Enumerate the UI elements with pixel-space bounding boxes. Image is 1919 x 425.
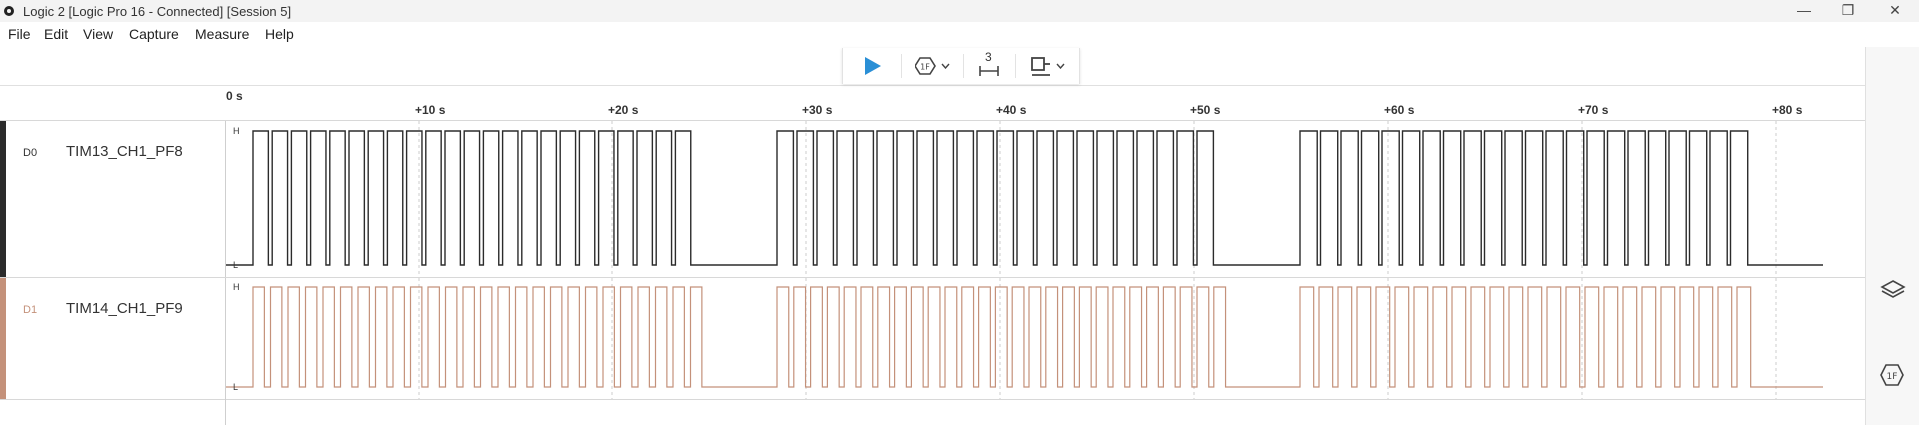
high-level-label: H	[233, 282, 240, 292]
time-ruler[interactable]: 0 s +10 s +20 s +30 s +40 s +50 s +60 s …	[226, 86, 1865, 121]
ruler-tick-label: +30 s	[802, 103, 833, 117]
ruler-tick-label: +20 s	[608, 103, 639, 117]
waveform-area[interactable]	[225, 278, 1865, 399]
trigger-icon: 1F	[914, 57, 937, 75]
menu-bar: File Edit View Capture Measure Help	[0, 22, 1919, 48]
right-sidebar: 1F	[1865, 47, 1919, 425]
window-title: Logic 2 [Logic Pro 16 - Connected] [Sess…	[23, 4, 292, 19]
close-button[interactable]: ✕	[1875, 0, 1915, 22]
channel-name[interactable]: TIM14_CH1_PF9	[66, 300, 183, 317]
channel-name[interactable]: TIM13_CH1_PF8	[66, 143, 183, 160]
ruler-tick-label: +10 s	[415, 103, 446, 117]
title-bar: Logic 2 [Logic Pro 16 - Connected] [Sess…	[0, 0, 1919, 22]
toolbar-divider	[901, 54, 902, 78]
ruler-tick-label: +40 s	[996, 103, 1027, 117]
play-icon	[862, 56, 882, 76]
waveform-d0	[226, 121, 1823, 277]
menu-capture[interactable]: Capture	[129, 26, 179, 42]
app-logo-icon	[4, 6, 14, 16]
menu-measure[interactable]: Measure	[195, 26, 249, 42]
layers-icon[interactable]	[1880, 279, 1906, 301]
menu-file[interactable]: File	[8, 26, 31, 42]
channel-color-swatch[interactable]	[0, 278, 6, 399]
measurements-button[interactable]: 3	[967, 48, 1011, 84]
ruler-tick-label: +60 s	[1384, 103, 1415, 117]
channel-row-d1[interactable]: D1 TIM14_CH1_PF9 H L	[0, 278, 1865, 400]
high-level-label: H	[233, 126, 240, 136]
restore-button[interactable]: ❐	[1828, 0, 1868, 22]
ruler-tick-label: +80 s	[1772, 103, 1803, 117]
toolbar-divider	[1015, 54, 1016, 78]
ruler-tick-label: +50 s	[1190, 103, 1221, 117]
trigger-settings-icon[interactable]: 1F	[1880, 364, 1904, 386]
menu-edit[interactable]: Edit	[44, 26, 68, 42]
menu-help[interactable]: Help	[265, 26, 294, 42]
waveform-bottom-divider	[225, 399, 226, 425]
channel-row-d0[interactable]: D0 TIM13_CH1_PF8 H L	[0, 121, 1865, 278]
toolbar: 1F 3	[0, 47, 1865, 86]
toolbar-group: 1F 3	[842, 48, 1080, 84]
trigger-dropdown-button[interactable]: 1F	[905, 48, 959, 84]
annotations-dropdown-button[interactable]	[1019, 48, 1075, 84]
low-level-label: L	[233, 260, 239, 270]
ruler-tick-label: +70 s	[1578, 103, 1609, 117]
svg-text:1F: 1F	[920, 63, 930, 72]
start-capture-button[interactable]	[847, 48, 897, 84]
chevron-down-icon	[940, 63, 950, 69]
measure-icon: 3	[977, 50, 1001, 78]
channel-id: D0	[23, 147, 38, 159]
channel-id: D1	[23, 304, 38, 316]
chevron-down-icon	[1055, 63, 1065, 69]
waveform-d1	[226, 278, 1823, 399]
menu-view[interactable]: View	[83, 26, 113, 42]
annotation-icon	[1030, 56, 1052, 76]
channel-color-swatch[interactable]	[0, 121, 6, 277]
low-level-label: L	[233, 382, 239, 392]
svg-text:1F: 1F	[1887, 372, 1898, 382]
toolbar-divider	[963, 54, 964, 78]
minimize-button[interactable]: —	[1784, 0, 1824, 22]
ruler-origin-label: 0 s	[226, 89, 243, 103]
waveform-area[interactable]	[225, 121, 1865, 277]
